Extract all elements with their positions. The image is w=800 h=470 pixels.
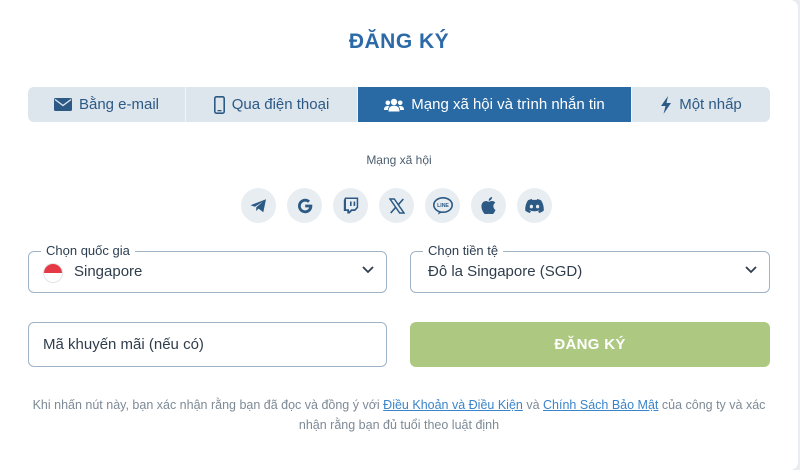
tab-email[interactable]: Bằng e-mail xyxy=(28,87,186,122)
social-section-label: Mạng xã hội xyxy=(366,153,432,167)
terms-and: và xyxy=(526,398,540,412)
country-select-label: Chọn quốc gia xyxy=(41,243,135,258)
tab-phone[interactable]: Qua điện thoại xyxy=(186,87,358,122)
registration-tabs: Bằng e-mail Qua điện thoại Mạng xã hội v… xyxy=(28,87,770,122)
line-icon: LINE xyxy=(432,196,453,214)
tab-phone-label: Qua điện thoại xyxy=(231,96,330,113)
twitch-icon xyxy=(343,197,358,214)
privacy-policy-link[interactable]: Chính Sách Bảo Mật xyxy=(543,398,658,412)
country-select[interactable]: Chọn quốc gia Singapore xyxy=(28,243,387,293)
x-icon xyxy=(388,197,405,214)
x-login-button[interactable] xyxy=(379,188,414,223)
twitch-login-button[interactable] xyxy=(333,188,368,223)
google-icon xyxy=(297,198,312,213)
line-icon-text: LINE xyxy=(437,203,449,209)
country-select-value: Singapore xyxy=(74,263,143,280)
users-icon xyxy=(384,98,405,111)
tab-one-click[interactable]: Một nhấp xyxy=(632,87,770,122)
discord-icon xyxy=(525,198,544,213)
currency-select-value: Đô la Singapore (SGD) xyxy=(428,263,583,280)
lightning-icon xyxy=(661,95,672,114)
terms-conditions-link[interactable]: Điều Khoản và Điều Kiện xyxy=(383,398,523,412)
chevron-down-icon xyxy=(362,266,374,274)
discord-login-button[interactable] xyxy=(517,188,552,223)
currency-select-label: Chọn tiền tệ xyxy=(423,243,504,258)
apple-login-button[interactable] xyxy=(471,188,506,223)
tab-social-label: Mạng xã hội và trình nhắn tin xyxy=(411,96,605,113)
terms-notice: Khi nhấn nút này, bạn xác nhận rằng bạn … xyxy=(28,395,770,435)
registration-modal: ĐĂNG KÝ Bằng e-mail Qua điện thoại Mạng … xyxy=(0,0,798,470)
social-providers: LINE xyxy=(241,188,552,223)
apple-icon xyxy=(481,197,496,214)
google-login-button[interactable] xyxy=(287,188,322,223)
modal-title: ĐĂNG KÝ xyxy=(348,30,450,53)
terms-prefix: Khi nhấn nút này, bạn xác nhận rằng bạn … xyxy=(32,398,380,412)
promo-code-input[interactable] xyxy=(28,322,387,367)
telegram-icon xyxy=(250,198,266,212)
register-button[interactable]: ĐĂNG KÝ xyxy=(410,322,770,367)
phone-icon xyxy=(213,95,225,114)
tab-email-label: Bằng e-mail xyxy=(78,96,160,113)
telegram-login-button[interactable] xyxy=(241,188,276,223)
chevron-down-icon xyxy=(745,266,757,274)
currency-select[interactable]: Chọn tiền tệ Đô la Singapore (SGD) xyxy=(410,243,770,293)
tab-social[interactable]: Mạng xã hội và trình nhắn tin xyxy=(358,87,632,122)
envelope-icon xyxy=(53,98,72,111)
tab-one-click-label: Một nhấp xyxy=(679,96,742,113)
singapore-flag-icon xyxy=(44,264,62,282)
line-login-button[interactable]: LINE xyxy=(425,188,460,223)
